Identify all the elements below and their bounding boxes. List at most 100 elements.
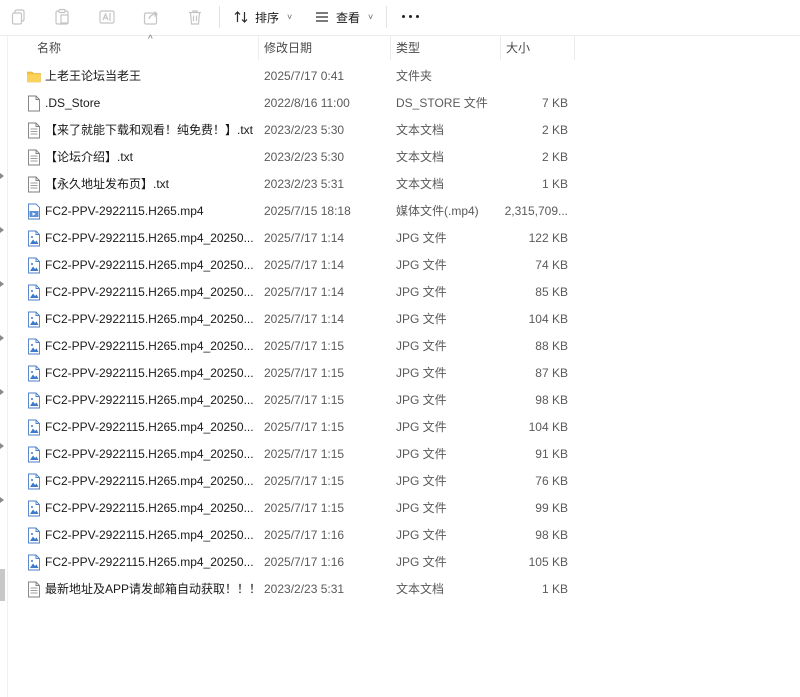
text-file-icon [27, 149, 41, 166]
file-type: 文本文档 [396, 177, 445, 191]
file-size [498, 63, 568, 90]
file-type: 媒体文件(.mp4) [396, 204, 479, 218]
expand-arrow-icon[interactable] [0, 497, 4, 503]
file-row[interactable]: .DS_Store 2022/8/16 11:00 DS_STORE 文件 7 KB [8, 90, 578, 117]
file-modified-date: 2025/7/17 1:14 [264, 312, 345, 326]
file-size: 1 KB [541, 582, 568, 596]
rename-icon[interactable] [96, 6, 118, 28]
file-row[interactable]: FC2-PPV-2922115.H265.mp4_20250... 2025/7/… [8, 225, 578, 252]
file-name: FC2-PPV-2922115.H265.mp4_20250... [45, 366, 254, 380]
column-name[interactable]: 名称 [37, 36, 257, 60]
file-size: 2 KB [541, 150, 568, 164]
image-file-icon [27, 257, 41, 274]
file-row[interactable]: FC2-PPV-2922115.H265.mp4_20250... 2025/7/… [8, 414, 578, 441]
file-name: FC2-PPV-2922115.H265.mp4_20250... [45, 231, 254, 245]
file-row[interactable]: FC2-PPV-2922115.H265.mp4_20250... 2025/7/… [8, 495, 578, 522]
view-label: 查看 [336, 10, 361, 25]
file-size: 91 KB [535, 447, 568, 461]
file-type: JPG 文件 [396, 258, 447, 272]
file-name: FC2-PPV-2922115.H265.mp4_20250... [45, 420, 254, 434]
file-row[interactable]: FC2-PPV-2922115.H265.mp4_20250... 2025/7/… [8, 468, 578, 495]
expand-arrow-icon[interactable] [0, 281, 4, 287]
view-button[interactable]: 查看 ˅ [314, 4, 373, 30]
file-type: DS_STORE 文件 [396, 96, 488, 110]
file-row[interactable]: FC2-PPV-2922115.H265.mp4_20250... 2025/7/… [8, 252, 578, 279]
file-size: 122 KB [528, 231, 568, 245]
file-modified-date: 2025/7/15 18:18 [264, 204, 351, 218]
file-modified-date: 2025/7/17 1:14 [264, 285, 345, 299]
expand-arrow-icon[interactable] [0, 443, 4, 449]
expand-arrow-icon[interactable] [0, 227, 4, 233]
file-modified-date: 2025/7/17 1:16 [264, 528, 345, 542]
file-modified-date: 2025/7/17 1:15 [264, 447, 345, 461]
file-name: FC2-PPV-2922115.H265.mp4_20250... [45, 285, 254, 299]
expand-arrow-icon[interactable] [0, 335, 4, 341]
file-row[interactable]: FC2-PPV-2922115.H265.mp4_20250... 2025/7/… [8, 360, 578, 387]
file-row[interactable]: FC2-PPV-2922115.H265.mp4 2025/7/15 18:18 媒… [8, 198, 578, 225]
image-file-icon [27, 527, 41, 544]
column-header: ^ 名称 修改日期 类型 大小 [8, 34, 800, 60]
file-name: FC2-PPV-2922115.H265.mp4_20250... [45, 528, 254, 542]
image-file-icon [27, 446, 41, 463]
file-name: 【永久地址发布页】.txt [45, 177, 170, 191]
file-size: 87 KB [535, 366, 568, 380]
file-modified-date: 2025/7/17 1:15 [264, 501, 345, 515]
file-type: JPG 文件 [396, 312, 447, 326]
text-file-icon [27, 581, 41, 598]
column-resizer[interactable] [574, 36, 575, 60]
file-size: 74 KB [535, 258, 568, 272]
file-row[interactable]: 上老王论坛当老王 2025/7/17 0:41 文件夹 [8, 63, 578, 90]
image-file-icon [27, 419, 41, 436]
image-file-icon [27, 473, 41, 490]
sort-icon [234, 11, 248, 23]
expand-arrow-icon[interactable] [0, 389, 4, 395]
column-resizer[interactable] [390, 36, 391, 60]
file-modified-date: 2025/7/17 1:16 [264, 555, 345, 569]
image-file-icon [27, 284, 41, 301]
file-row[interactable]: 【永久地址发布页】.txt 2023/2/23 5:31 文本文档 1 KB [8, 171, 578, 198]
file-type: 文本文档 [396, 582, 445, 596]
share-icon[interactable] [140, 6, 162, 28]
column-resizer[interactable] [500, 36, 501, 60]
sort-label: 排序 [255, 10, 280, 25]
file-icon [27, 95, 41, 112]
column-modified[interactable]: 修改日期 [264, 36, 388, 60]
file-size: 88 KB [535, 339, 568, 353]
file-modified-date: 2023/2/23 5:30 [264, 123, 345, 137]
file-type: JPG 文件 [396, 285, 447, 299]
file-name: FC2-PPV-2922115.H265.mp4_20250... [45, 474, 254, 488]
file-row[interactable]: FC2-PPV-2922115.H265.mp4_20250... 2025/7/… [8, 387, 578, 414]
column-size[interactable]: 大小 [506, 36, 576, 60]
file-row[interactable]: 【论坛介绍】.txt 2023/2/23 5:30 文本文档 2 KB [8, 144, 578, 171]
delete-icon[interactable] [184, 6, 206, 28]
file-name: 上老王论坛当老王 [45, 69, 142, 83]
command-bar: 排序 ˅ 查看 ˅ [0, 0, 800, 34]
file-name: FC2-PPV-2922115.H265.mp4_20250... [45, 555, 254, 569]
column-type[interactable]: 类型 [396, 36, 496, 60]
expand-arrow-icon[interactable] [0, 173, 4, 179]
file-size: 99 KB [535, 501, 568, 515]
file-name: FC2-PPV-2922115.H265.mp4_20250... [45, 258, 254, 272]
file-row[interactable]: FC2-PPV-2922115.H265.mp4_20250... 2025/7/… [8, 549, 578, 576]
scrollbar-thumb[interactable] [0, 569, 5, 601]
sort-button[interactable]: 排序 ˅ [233, 4, 292, 30]
paste-icon[interactable] [51, 6, 73, 28]
column-resizer[interactable] [258, 36, 259, 60]
file-row[interactable]: 最新地址及APP请发邮箱自动获取！！！... 2023/2/23 5:31 文本文档… [8, 576, 578, 603]
file-modified-date: 2025/7/17 0:41 [264, 69, 345, 83]
file-row[interactable]: 【来了就能下载和观看！纯免费！】.txt 2023/2/23 5:30 文本文档 2 … [8, 117, 578, 144]
file-row[interactable]: FC2-PPV-2922115.H265.mp4_20250... 2025/7/… [8, 441, 578, 468]
file-row[interactable]: FC2-PPV-2922115.H265.mp4_20250... 2025/7/… [8, 333, 578, 360]
copy-icon[interactable] [8, 6, 30, 28]
more-options-icon[interactable] [398, 4, 422, 28]
file-size: 1 KB [541, 177, 568, 191]
text-file-icon [27, 122, 41, 139]
file-modified-date: 2023/2/23 5:31 [264, 582, 345, 596]
file-row[interactable]: FC2-PPV-2922115.H265.mp4_20250... 2025/7/… [8, 306, 578, 333]
file-modified-date: 2025/7/17 1:15 [264, 420, 345, 434]
file-modified-date: 2025/7/17 1:14 [264, 258, 345, 272]
toolbar-separator [219, 6, 220, 28]
file-modified-date: 2023/2/23 5:31 [264, 177, 345, 191]
file-row[interactable]: FC2-PPV-2922115.H265.mp4_20250... 2025/7/… [8, 279, 578, 306]
file-row[interactable]: FC2-PPV-2922115.H265.mp4_20250... 2025/7/… [8, 522, 578, 549]
